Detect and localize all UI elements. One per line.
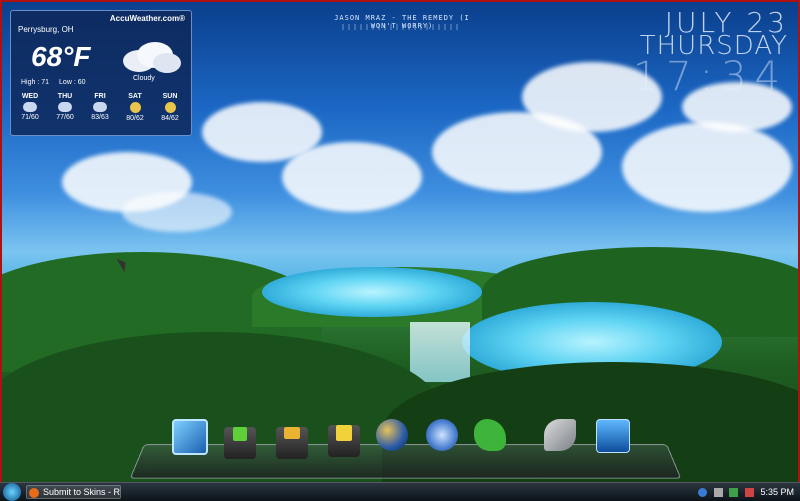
downloads-folder-icon[interactable] xyxy=(222,417,258,459)
weather-condition: Cloudy xyxy=(133,75,155,82)
pictures-folder-icon[interactable] xyxy=(274,417,310,459)
taskbar-clock[interactable]: 5:35 PM xyxy=(760,487,794,497)
globe-icon[interactable] xyxy=(374,417,410,457)
taskbar-window-label: Submit to Skins - Ro... xyxy=(43,487,121,497)
rain-cloud-icon xyxy=(58,102,72,112)
desktop-wallpaper: AccuWeather.com® Perrysburg, OH 68°F Clo… xyxy=(0,0,800,482)
sun-icon xyxy=(164,102,176,113)
start-button[interactable] xyxy=(3,483,21,501)
sun-icon xyxy=(129,102,141,113)
forecast-day: WED 71/60 xyxy=(21,93,39,121)
rain-cloud-icon xyxy=(93,102,107,112)
network-icon[interactable] xyxy=(698,488,708,498)
taskbar: Submit to Skins - Ro... 5:35 PM xyxy=(0,482,800,501)
clock-time: 17:34 xyxy=(632,53,788,100)
forecast-day: SUN 84/62 xyxy=(161,93,179,122)
weather-widget[interactable]: AccuWeather.com® Perrysburg, OH 68°F Clo… xyxy=(10,10,192,136)
clock-widget: JULY 23 THURSDAY 17:34 xyxy=(632,8,788,100)
weather-temperature: 68°F xyxy=(31,41,91,72)
weather-location: Perrysburg, OH xyxy=(18,25,74,34)
firefox-icon xyxy=(29,488,39,498)
cloudy-icon xyxy=(123,42,181,73)
forecast-day: THU 77/60 xyxy=(56,93,74,121)
weather-brand[interactable]: AccuWeather.com® xyxy=(110,14,185,23)
tools-icon[interactable] xyxy=(542,417,578,457)
itunes-icon[interactable] xyxy=(424,417,460,457)
recycle-bin-icon[interactable] xyxy=(594,417,630,457)
rain-cloud-icon xyxy=(23,102,37,112)
forecast-day: SAT 80/62 xyxy=(126,93,144,122)
notification-icon[interactable] xyxy=(744,488,754,498)
volume-icon[interactable] xyxy=(713,488,723,498)
forecast-day: FRI 83/63 xyxy=(91,93,109,121)
taskbar-window-button[interactable]: Submit to Skins - Ro... xyxy=(26,485,121,499)
weather-high-low: High : 71 Low : 60 xyxy=(21,79,86,86)
game-dragon-icon[interactable] xyxy=(472,417,508,457)
security-icon[interactable] xyxy=(729,488,739,498)
documents-folder-icon[interactable] xyxy=(326,417,362,457)
system-tray: 5:35 PM xyxy=(698,483,794,501)
music-visualizer xyxy=(342,24,462,30)
computer-icon[interactable] xyxy=(170,417,208,457)
